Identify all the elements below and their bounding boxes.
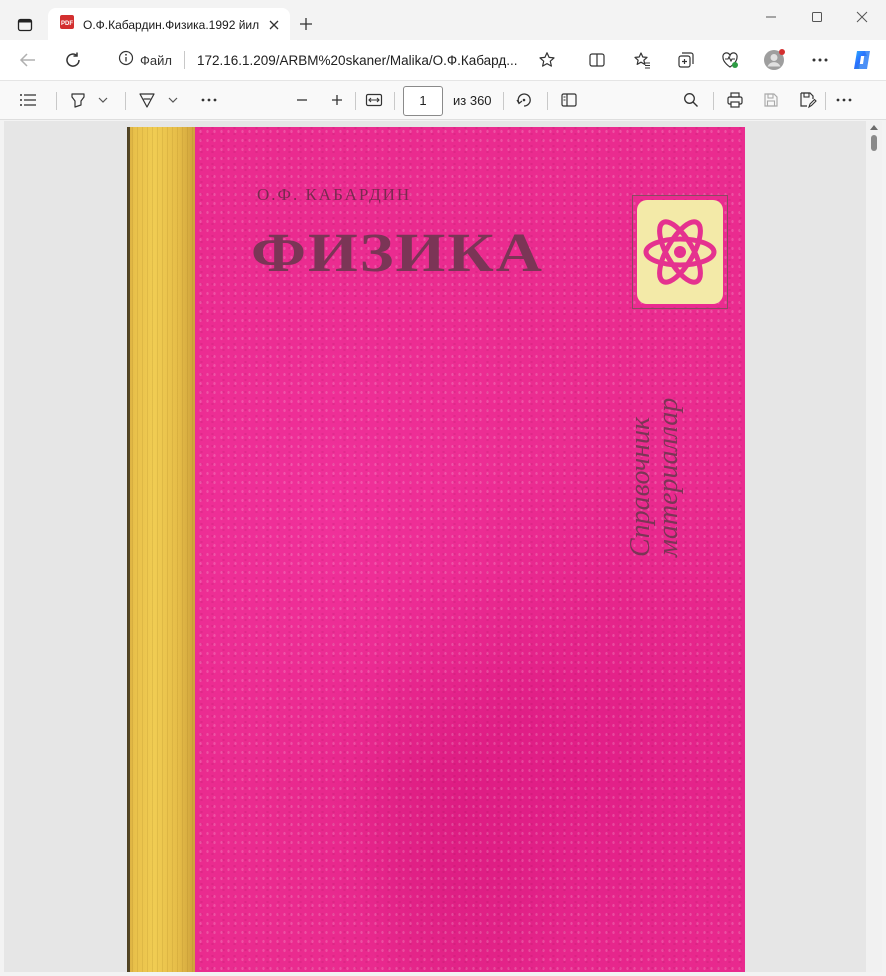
book-title: ФИЗИКА (251, 221, 544, 283)
page-total-label: из 360 (453, 93, 492, 108)
draw-dropdown-icon[interactable] (166, 89, 180, 111)
pdf-icon: PDF (59, 14, 75, 35)
fit-width-icon[interactable] (363, 89, 385, 111)
highlight-dropdown-icon[interactable] (96, 89, 110, 111)
favorites-icon[interactable] (630, 48, 654, 72)
pdf-toolbar: 1 из 360 (0, 80, 886, 120)
maximize-icon[interactable] (802, 6, 832, 28)
toolbar-divider (125, 92, 126, 110)
close-window-icon[interactable] (847, 6, 877, 28)
page-number-input[interactable]: 1 (403, 86, 443, 116)
pdf-page: О.Ф. КАБАРДИН ФИЗИКА Справочник материал… (127, 127, 745, 972)
navigation-bar: Файл 172.16.1.209/ARBM%20skaner/Malika/О… (0, 40, 886, 80)
toolbar-divider (394, 92, 395, 110)
back-arrow-icon[interactable] (16, 48, 40, 72)
book-subtitle-line-2: материаллар (653, 397, 684, 557)
toolbar-divider (503, 92, 504, 110)
site-label: Файл (140, 52, 172, 68)
url-text[interactable]: 172.16.1.209/ARBM%20skaner/Malika/О.Ф.Ка… (197, 53, 519, 68)
book-subtitle: Справочник материаллар (625, 257, 684, 557)
zoom-in-icon[interactable] (326, 89, 348, 111)
page-view-icon[interactable] (558, 89, 580, 111)
pdf-viewer[interactable]: О.Ф. КАБАРДИН ФИЗИКА Справочник материал… (4, 121, 866, 972)
minimize-icon[interactable] (756, 6, 786, 28)
more-tools-icon[interactable] (198, 89, 220, 111)
search-icon[interactable] (680, 89, 702, 111)
address-divider (183, 51, 185, 69)
site-info-button[interactable]: Файл (118, 44, 172, 76)
toolbar-divider (547, 92, 548, 110)
book-subtitle-line-1: Справочник (625, 416, 656, 557)
svg-text:PDF: PDF (61, 21, 73, 27)
save-as-icon[interactable] (797, 89, 819, 111)
scroll-thumb[interactable] (871, 135, 877, 151)
tab-strip: PDF О.Ф.Кабардин.Физика.1992 йил (0, 0, 886, 41)
browser-tab[interactable]: PDF О.Ф.Кабардин.Физика.1992 йил (48, 8, 290, 41)
rotate-icon[interactable] (513, 89, 535, 111)
vertical-scrollbar[interactable] (866, 121, 882, 972)
book-spine-edge (127, 127, 130, 972)
split-screen-icon[interactable] (585, 48, 609, 72)
toolbar-divider (355, 92, 356, 110)
print-icon[interactable] (724, 89, 746, 111)
star-icon[interactable] (538, 51, 556, 74)
contents-list-icon[interactable] (17, 89, 39, 111)
toolbar-divider (713, 92, 714, 110)
toolbar-divider (825, 92, 826, 110)
new-tab-icon[interactable] (294, 12, 318, 36)
tab-title: О.Ф.Кабардин.Физика.1992 йил (83, 17, 260, 32)
more-options-icon[interactable] (808, 48, 832, 72)
zoom-out-icon[interactable] (291, 89, 313, 111)
tab-close-icon[interactable] (266, 17, 282, 33)
draw-icon[interactable] (137, 89, 157, 111)
profile-avatar[interactable] (762, 48, 786, 72)
info-icon (118, 50, 134, 71)
save-icon[interactable] (760, 89, 782, 111)
toolbar-divider (56, 92, 57, 110)
book-author: О.Ф. КАБАРДИН (257, 185, 412, 204)
collections-icon[interactable] (674, 48, 698, 72)
address-bar[interactable]: Файл 172.16.1.209/ARBM%20skaner/Malika/О… (102, 44, 568, 76)
browser-essentials-icon[interactable] (718, 48, 742, 72)
highlight-icon[interactable] (68, 89, 88, 111)
tab-actions-icon[interactable] (12, 12, 38, 38)
pdf-more-options-icon[interactable] (833, 89, 855, 111)
book-spine (127, 127, 195, 972)
refresh-icon[interactable] (61, 48, 85, 72)
copilot-icon[interactable] (850, 48, 874, 72)
scroll-up-arrow-icon[interactable] (870, 125, 878, 130)
